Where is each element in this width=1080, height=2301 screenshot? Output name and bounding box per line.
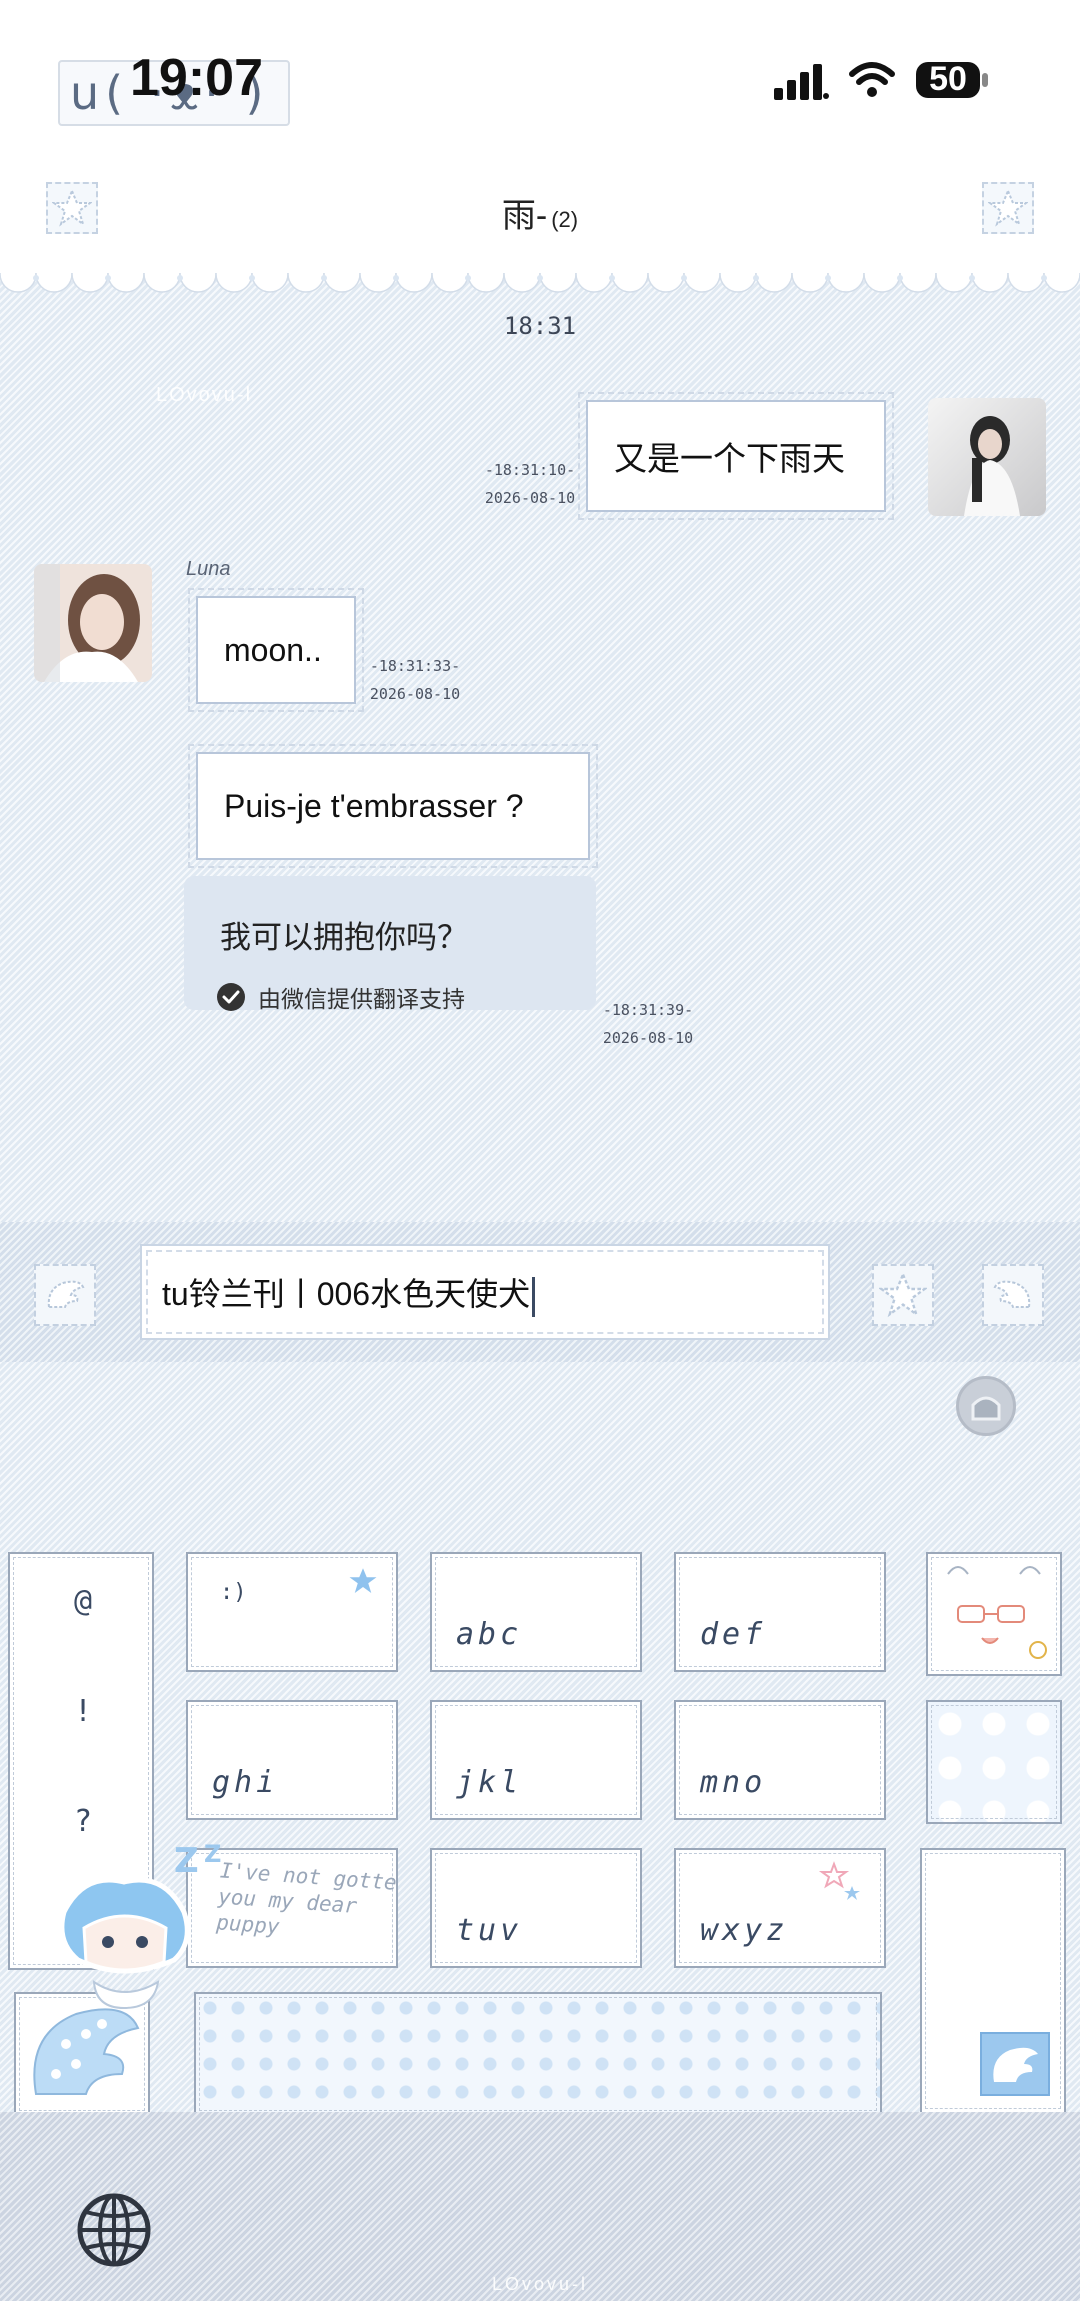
message-date: 2026-08-10 <box>369 685 461 703</box>
chat-title: 雨- (2) <box>0 188 1080 237</box>
watermark: LOvovu-l <box>491 2274 589 2294</box>
angel-puppy-sticker: Z Z <box>59 1840 221 2010</box>
message-text: Puis-je t'embrasser ? <box>224 787 524 824</box>
key-def[interactable]: def <box>674 1552 886 1672</box>
translation-credit: 由微信提供翻译支持 <box>216 980 465 1014</box>
key-label: wxyz <box>700 1913 789 1948</box>
message-input-value: tu铃兰刊丨006水色天使犬 <box>162 1276 531 1312</box>
member-count: (2) <box>551 207 579 232</box>
battery-level: 50 <box>929 60 967 98</box>
key-at[interactable]: @ <box>10 1584 156 1619</box>
message-meta: -18:31:39- 2026-08-10 <box>596 996 700 1052</box>
input-bar: tu铃兰刊丨006水色天使犬 <box>0 1222 1080 1362</box>
more-options-button[interactable] <box>982 182 1034 234</box>
puppy-face-icon <box>947 1566 1047 1659</box>
wing-icon <box>980 2032 1050 2096</box>
message-time: -18:31:33- <box>369 657 461 675</box>
message-bubble-received[interactable]: moon.. <box>188 588 364 712</box>
key-enter[interactable] <box>920 1848 1066 2114</box>
keyboard: @ ! ? :) abc def ghi jkl mno I've not go… <box>0 1362 1080 2116</box>
text-caret <box>532 1276 536 1317</box>
watermark: LOvovu-l <box>156 384 253 406</box>
message-meta: -18:31:33- 2026-08-10 <box>360 652 470 708</box>
svg-text:Z: Z <box>174 1841 199 1881</box>
key-label: jkl <box>456 1765 523 1800</box>
translation-card[interactable]: 我可以拥抱你吗？ 由微信提供翻译支持 <box>184 876 596 1012</box>
house-icon <box>971 1396 1001 1421</box>
space-bar[interactable] <box>194 1992 882 2116</box>
cellular-signal-icon <box>774 64 829 100</box>
message-text: moon.. <box>224 631 322 668</box>
message-time: -18:31:10- <box>484 461 576 479</box>
translation-text: 我可以拥抱你吗？ <box>220 920 468 955</box>
key-smiley[interactable]: :) <box>186 1552 398 1672</box>
key-sticker-face[interactable] <box>926 1552 1062 1676</box>
avatar-image <box>34 564 152 682</box>
message-text: 又是一个下雨天 <box>614 440 845 477</box>
chat-title-name: 雨- <box>501 197 548 235</box>
check-circle-icon <box>217 983 245 1011</box>
star-icon <box>879 1271 927 1318</box>
key-label: ghi <box>212 1765 279 1800</box>
key-wxyz[interactable]: wxyz <box>674 1848 886 1968</box>
emoji-button[interactable] <box>872 1264 934 1326</box>
translation-credit-text: 由微信提供翻译支持 <box>258 986 465 1012</box>
voice-button[interactable] <box>34 1264 96 1326</box>
message-meta: -18:31:10- 2026-08-10 <box>470 456 590 512</box>
message-time: -18:31:39- <box>602 1001 694 1019</box>
more-functions-button[interactable] <box>982 1264 1044 1326</box>
chat-timestamp: 18:31 <box>503 312 577 340</box>
key-jkl[interactable]: jkl <box>430 1700 642 1820</box>
star-icon <box>349 1568 377 1593</box>
avatar-image <box>928 398 1046 516</box>
chat-area[interactable]: 18:31 LOvovu-l 又是一个下雨天 -18:31:10- 2026-0… <box>0 272 1080 1222</box>
status-time: 19:07 <box>130 49 263 107</box>
key-label: abc <box>456 1617 523 1652</box>
message-bubble-sent[interactable]: 又是一个下雨天 <box>578 392 894 520</box>
wing-icon <box>47 1280 85 1308</box>
key-abc[interactable]: abc <box>430 1552 642 1672</box>
sticker-note-text: I've not gotten you my dear puppy <box>215 1858 398 1939</box>
message-date: 2026-08-10 <box>602 1029 694 1047</box>
status-bar: u( ·ᴥ· ) 19:07 50 <box>0 0 1080 160</box>
message-date: 2026-08-10 <box>484 489 576 507</box>
key-mno[interactable]: mno <box>674 1700 886 1820</box>
key-label: def <box>700 1617 767 1652</box>
key-exclamation[interactable]: ! <box>10 1694 156 1729</box>
key-label: tuv <box>456 1913 523 1948</box>
lace-border <box>0 260 1080 293</box>
message-bubble-received[interactable]: Puis-je t'embrasser ? <box>188 744 598 868</box>
wifi-icon <box>849 62 895 97</box>
key-delete[interactable] <box>926 1700 1062 1824</box>
star-icon <box>988 188 1028 227</box>
key-tuv[interactable]: tuv <box>430 1848 642 1968</box>
my-avatar[interactable] <box>928 398 1046 516</box>
contact-avatar[interactable] <box>34 564 152 682</box>
globe-icon[interactable] <box>76 2192 152 2268</box>
key-label: :) <box>220 1580 247 1605</box>
wing-icon <box>993 1280 1031 1308</box>
key-ghi[interactable]: ghi <box>186 1700 398 1820</box>
sender-name: Luna <box>186 558 231 580</box>
bottom-bar: LOvovu-l <box>0 2112 1080 2301</box>
keyboard-toggle-button[interactable] <box>956 1376 1016 1436</box>
stars-icon <box>818 1861 860 1900</box>
message-input[interactable]: tu铃兰刊丨006水色天使犬 <box>140 1244 830 1340</box>
chat-header: 雨- (2) <box>0 160 1080 272</box>
svg-text:Z: Z <box>204 1840 221 1868</box>
key-label: mno <box>700 1765 767 1800</box>
